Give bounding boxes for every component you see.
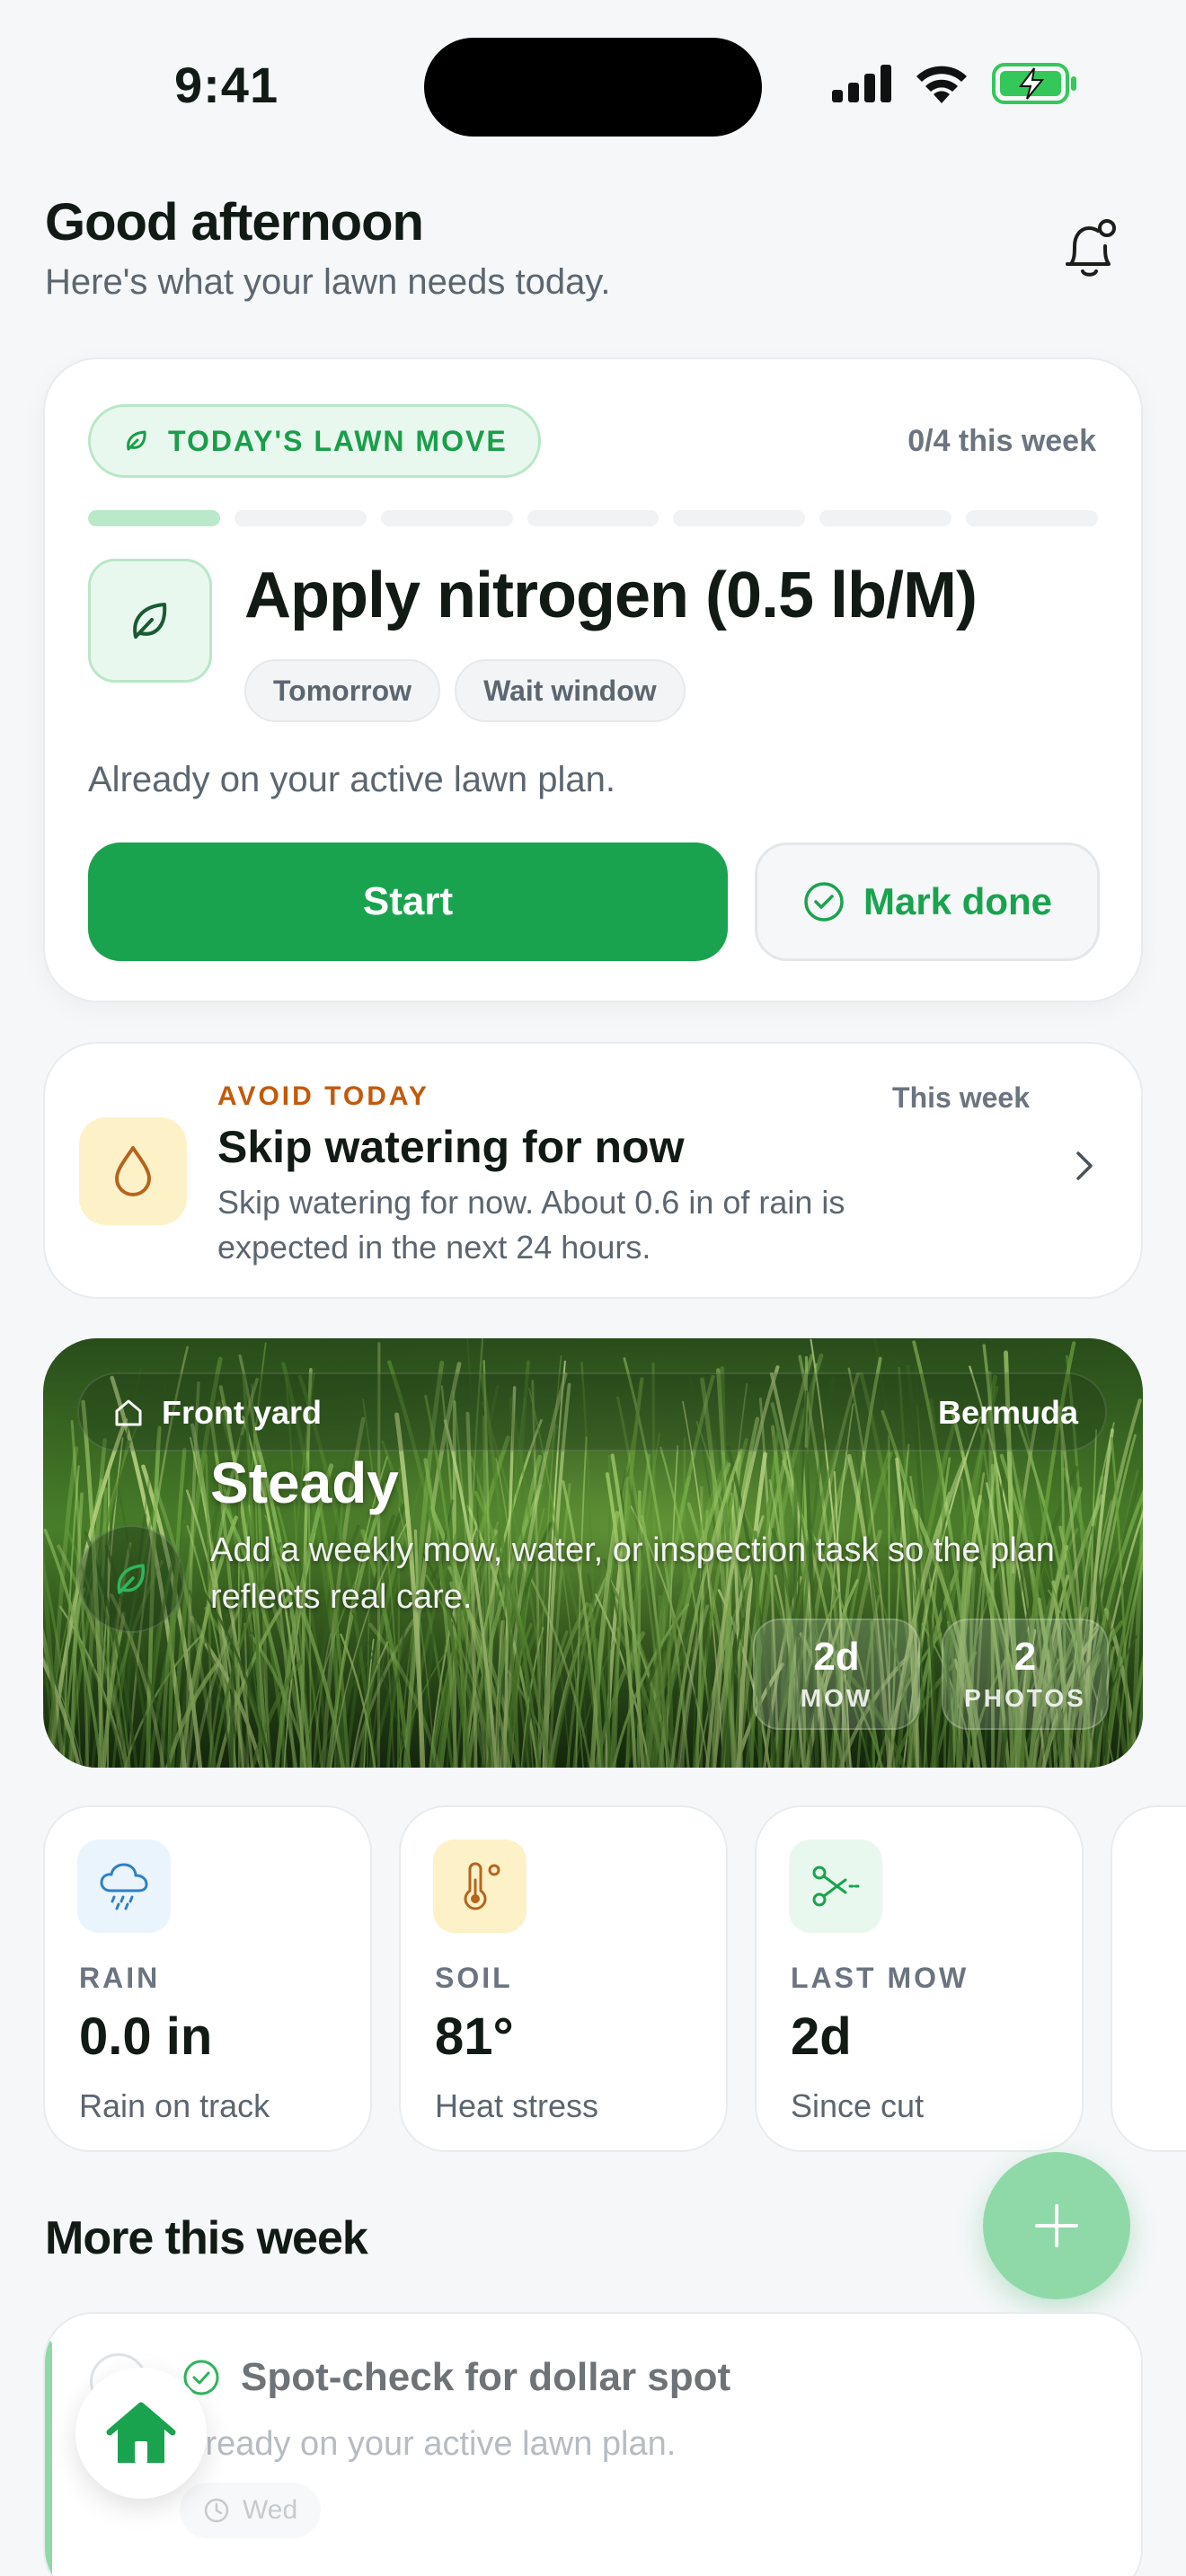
lawn-description: Add a weekly mow, water, or inspection t… — [210, 1531, 1055, 1616]
lawn-stat-mow-label: MOW — [800, 1684, 873, 1712]
task-chip-window: Wait window — [455, 659, 686, 722]
avoid-description: Skip watering for now. About 0.6 in of r… — [217, 1184, 845, 1266]
week-progress-bar — [88, 510, 1099, 526]
metric-value: 0.0 in — [79, 2007, 213, 2066]
greeting-subtitle: Here's what your lawn needs today. — [45, 262, 611, 302]
todays-move-label: TODAY'S LAWN MOVE — [168, 424, 508, 457]
metric-label: LAST MOW — [791, 1962, 969, 1994]
week-task-day: Wed — [243, 2495, 298, 2525]
progress-segment — [966, 510, 1099, 526]
plus-icon — [1035, 2204, 1078, 2247]
metric-card-rain[interactable]: RAIN 0.0 in Rain on track — [43, 1805, 372, 2152]
wifi-icon — [916, 66, 967, 103]
notifications-button[interactable] — [1060, 219, 1120, 282]
progress-segment — [88, 510, 220, 526]
status-time: 9:41 — [174, 57, 279, 113]
metrics-carousel[interactable]: RAIN 0.0 in Rain on track SOIL 81° Heat … — [43, 1805, 1186, 2154]
yard-name: Front yard — [113, 1394, 322, 1432]
start-button[interactable]: Start — [88, 842, 728, 961]
progress-segment — [380, 510, 513, 526]
todays-move-pill: TODAY'S LAWN MOVE — [88, 404, 541, 478]
progress-segment — [819, 510, 952, 526]
leaf-icon — [127, 430, 146, 451]
yard-name-label: Front yard — [162, 1394, 323, 1431]
mark-done-button[interactable]: Mark done — [755, 842, 1100, 961]
leaf-icon — [133, 603, 167, 639]
metric-card-last-mow[interactable]: LAST MOW 2d Since cut — [755, 1805, 1084, 2152]
lawn-stat-mow: 2d MOW — [753, 1619, 920, 1730]
progress-segment — [527, 510, 659, 526]
avoid-title: Skip watering for now — [217, 1122, 685, 1172]
bell-icon — [1066, 219, 1116, 277]
battery-charging-icon — [992, 63, 1076, 104]
home-icon — [106, 2402, 176, 2463]
status-icons — [832, 63, 1078, 104]
progress-segment — [234, 510, 367, 526]
week-task-card[interactable]: Spot-check for dollar spot lready on you… — [43, 2312, 1143, 2576]
metric-subtext: Heat stress — [435, 2087, 599, 2124]
progress-segment — [673, 510, 806, 526]
week-progress-count: 0/4 this week — [907, 424, 1096, 458]
lawn-stat-photos: 2 PHOTOS — [942, 1619, 1109, 1730]
lawn-stat-mow-value: 2d — [813, 1635, 860, 1679]
status-bar: 9:41 — [0, 0, 1186, 171]
week-task-day-chip: Wed — [180, 2483, 322, 2538]
lawn-status-icon-box — [77, 1525, 185, 1633]
lawn-stat-photos-value: 2 — [1013, 1635, 1037, 1679]
metric-value: 2d — [791, 2007, 852, 2066]
grass-type: Bermuda — [937, 1394, 1078, 1431]
task-chip-timing: Tomorrow — [244, 659, 441, 722]
avoid-when: This week — [892, 1081, 1030, 1114]
add-task-button[interactable] — [983, 2152, 1130, 2299]
clock-icon — [204, 2498, 229, 2523]
cellular-signal-icon — [832, 65, 891, 102]
avoid-today-card[interactable]: AVOID TODAY This week Skip watering for … — [43, 1042, 1143, 1299]
week-task-title-label: Spot-check for dollar spot — [241, 2355, 731, 2399]
metric-label: SOIL — [435, 1962, 513, 1994]
leaf-icon — [117, 1564, 145, 1594]
task-title: Apply nitrogen (0.5 lb/M) — [244, 560, 978, 631]
task-icon-box — [88, 559, 212, 683]
more-this-week-title: More this week — [45, 2212, 368, 2264]
chevron-right-icon — [1076, 1151, 1093, 1180]
week-task-title: Spot-check for dollar spot — [181, 2355, 730, 2400]
avoid-kicker: AVOID TODAY — [217, 1081, 429, 1111]
rain-cloud-icon — [100, 1863, 148, 1910]
house-icon — [115, 1399, 142, 1426]
dynamic-island — [424, 38, 762, 137]
week-task-note: lready on your active lawn plan. — [198, 2425, 677, 2463]
metric-icon-box — [77, 1839, 171, 1933]
avoid-icon-box — [79, 1117, 187, 1225]
greeting-title: Good afternoon — [45, 193, 424, 251]
lawn-stat-photos-label: PHOTOS — [964, 1684, 1086, 1712]
metric-subtext: Rain on track — [79, 2087, 270, 2124]
week-task-accent — [45, 2341, 52, 2576]
metric-subtext: Since cut — [791, 2087, 925, 2124]
todays-move-card: TODAY'S LAWN MOVE 0/4 this week Apply ni… — [43, 357, 1143, 1002]
water-drop-icon — [115, 1146, 151, 1196]
metric-card-partial[interactable] — [1111, 1805, 1186, 2152]
check-circle-icon — [804, 882, 844, 922]
metric-label: RAIN — [79, 1962, 161, 1994]
metric-icon-box — [789, 1839, 882, 1933]
metric-card-soil[interactable]: SOIL 81° Heat stress — [399, 1805, 728, 2152]
metric-value: 81° — [435, 2007, 514, 2066]
lawn-status-card[interactable]: Front yard Bermuda Steady Add a weekly m… — [43, 1338, 1143, 1768]
scissors-icon — [812, 1866, 860, 1907]
metric-icon-box — [433, 1839, 527, 1933]
thermometer-icon — [464, 1862, 500, 1910]
lawn-status: Steady — [210, 1451, 399, 1515]
task-chips: Tomorrow Wait window — [244, 659, 686, 722]
home-button[interactable] — [75, 2368, 207, 2499]
plan-note: Already on your active lawn plan. — [88, 760, 615, 799]
mark-done-label: Mark done — [863, 880, 1053, 922]
